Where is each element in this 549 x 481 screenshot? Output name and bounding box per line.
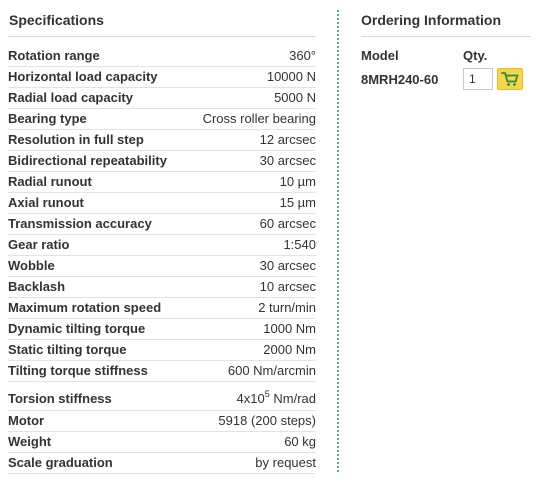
- spec-value: 15 µm: [279, 195, 316, 210]
- specifications-divider: [8, 36, 316, 37]
- spec-label: Radial load capacity: [8, 90, 133, 105]
- spec-value: 10 arcsec: [259, 279, 316, 294]
- spec-row: Resolution in full step 12 arcsec: [8, 130, 316, 151]
- spec-label: Resolution in full step: [8, 132, 144, 147]
- add-to-cart-button[interactable]: [497, 68, 523, 90]
- spec-value: 2 turn/min: [258, 300, 316, 315]
- spec-row: Horizontal load capacity 10000 N: [8, 67, 316, 88]
- model-column-header: Model: [361, 48, 399, 63]
- ordering-title: Ordering Information: [361, 12, 501, 28]
- spec-value: 600 Nm/arcmin: [227, 363, 316, 378]
- spec-row: Static tilting torque 2000 Nm: [8, 340, 316, 361]
- spec-label: Motor: [8, 413, 45, 428]
- torsion-value-base: 4x10: [236, 391, 265, 406]
- spec-label: Rotation range: [8, 48, 100, 63]
- spec-row: Transmission accuracy 60 arcsec: [8, 214, 316, 235]
- spec-value: by request: [255, 455, 316, 470]
- specifications-title: Specifications: [9, 12, 104, 28]
- spec-label: Dynamic tilting torque: [8, 321, 146, 336]
- spec-value: 10 µm: [279, 174, 316, 189]
- spec-label: Static tilting torque: [8, 342, 127, 357]
- spec-row: Wobble 30 arcsec: [8, 256, 316, 277]
- spec-label: Wobble: [8, 258, 55, 273]
- spec-label: Bearing type: [8, 111, 87, 126]
- spec-label: Backlash: [8, 279, 66, 294]
- spec-value: 10000 N: [266, 69, 316, 84]
- spec-value: 2000 Nm: [263, 342, 316, 357]
- ordering-divider: [361, 36, 531, 37]
- spec-row: Bidirectional repeatability 30 arcsec: [8, 151, 316, 172]
- spec-value: 360°: [289, 48, 316, 63]
- spec-row: Scale graduation by request: [8, 453, 316, 474]
- spec-row: Backlash 10 arcsec: [8, 277, 316, 298]
- torsion-value-exponent: 5: [264, 388, 270, 399]
- spec-row: Dynamic tilting torque 1000 Nm: [8, 319, 316, 340]
- spec-row: Motor 5918 (200 steps): [8, 411, 316, 432]
- spec-value: 1:540: [283, 237, 316, 252]
- spec-label: Torsion stiffness: [8, 391, 112, 406]
- spec-label: Bidirectional repeatability: [8, 153, 167, 168]
- spec-value: 60 arcsec: [259, 216, 316, 231]
- product-spec-panel: Specifications Rotation range 360° Horiz…: [0, 0, 549, 481]
- spec-value: 4x105 Nm/rad: [237, 389, 316, 409]
- spec-row: Radial runout 10 µm: [8, 172, 316, 193]
- spec-label: Weight: [8, 434, 52, 449]
- spec-row: Weight 60 kg: [8, 432, 316, 453]
- spec-label: Maximum rotation speed: [8, 300, 162, 315]
- spec-value: Cross roller bearing: [202, 111, 316, 126]
- spec-row: Gear ratio 1:540: [8, 235, 316, 256]
- column-divider: [337, 10, 339, 472]
- torsion-value-unit: Nm/rad: [269, 391, 316, 406]
- spec-row: Tilting torque stiffness 600 Nm/arcmin: [8, 361, 316, 382]
- spec-value: 60 kg: [284, 434, 316, 449]
- spec-label: Axial runout: [8, 195, 84, 210]
- spec-value: 5000 N: [274, 90, 316, 105]
- quantity-input[interactable]: [463, 68, 493, 90]
- spec-row: Maximum rotation speed 2 turn/min: [8, 298, 316, 319]
- spec-row-torsion-stiffness: Torsion stiffness 4x105 Nm/rad: [8, 382, 316, 411]
- spec-row: Axial runout 15 µm: [8, 193, 316, 214]
- spec-value: 12 arcsec: [259, 132, 316, 147]
- spec-label: Horizontal load capacity: [8, 69, 158, 84]
- spec-value: 30 arcsec: [259, 153, 316, 168]
- spec-row: Radial load capacity 5000 N: [8, 88, 316, 109]
- spec-label: Tilting torque stiffness: [8, 363, 148, 378]
- specifications-table: Rotation range 360° Horizontal load capa…: [8, 46, 316, 474]
- spec-value: 30 arcsec: [259, 258, 316, 273]
- spec-label: Gear ratio: [8, 237, 70, 252]
- spec-value: 5918 (200 steps): [218, 413, 316, 428]
- spec-row: Bearing type Cross roller bearing: [8, 109, 316, 130]
- cart-icon: [501, 72, 519, 86]
- spec-row: Rotation range 360°: [8, 46, 316, 67]
- spec-label: Scale graduation: [8, 455, 113, 470]
- model-number: 8MRH240-60: [361, 72, 439, 87]
- spec-label: Radial runout: [8, 174, 92, 189]
- qty-column-header: Qty.: [463, 48, 488, 63]
- spec-value: 1000 Nm: [263, 321, 316, 336]
- spec-label: Transmission accuracy: [8, 216, 152, 231]
